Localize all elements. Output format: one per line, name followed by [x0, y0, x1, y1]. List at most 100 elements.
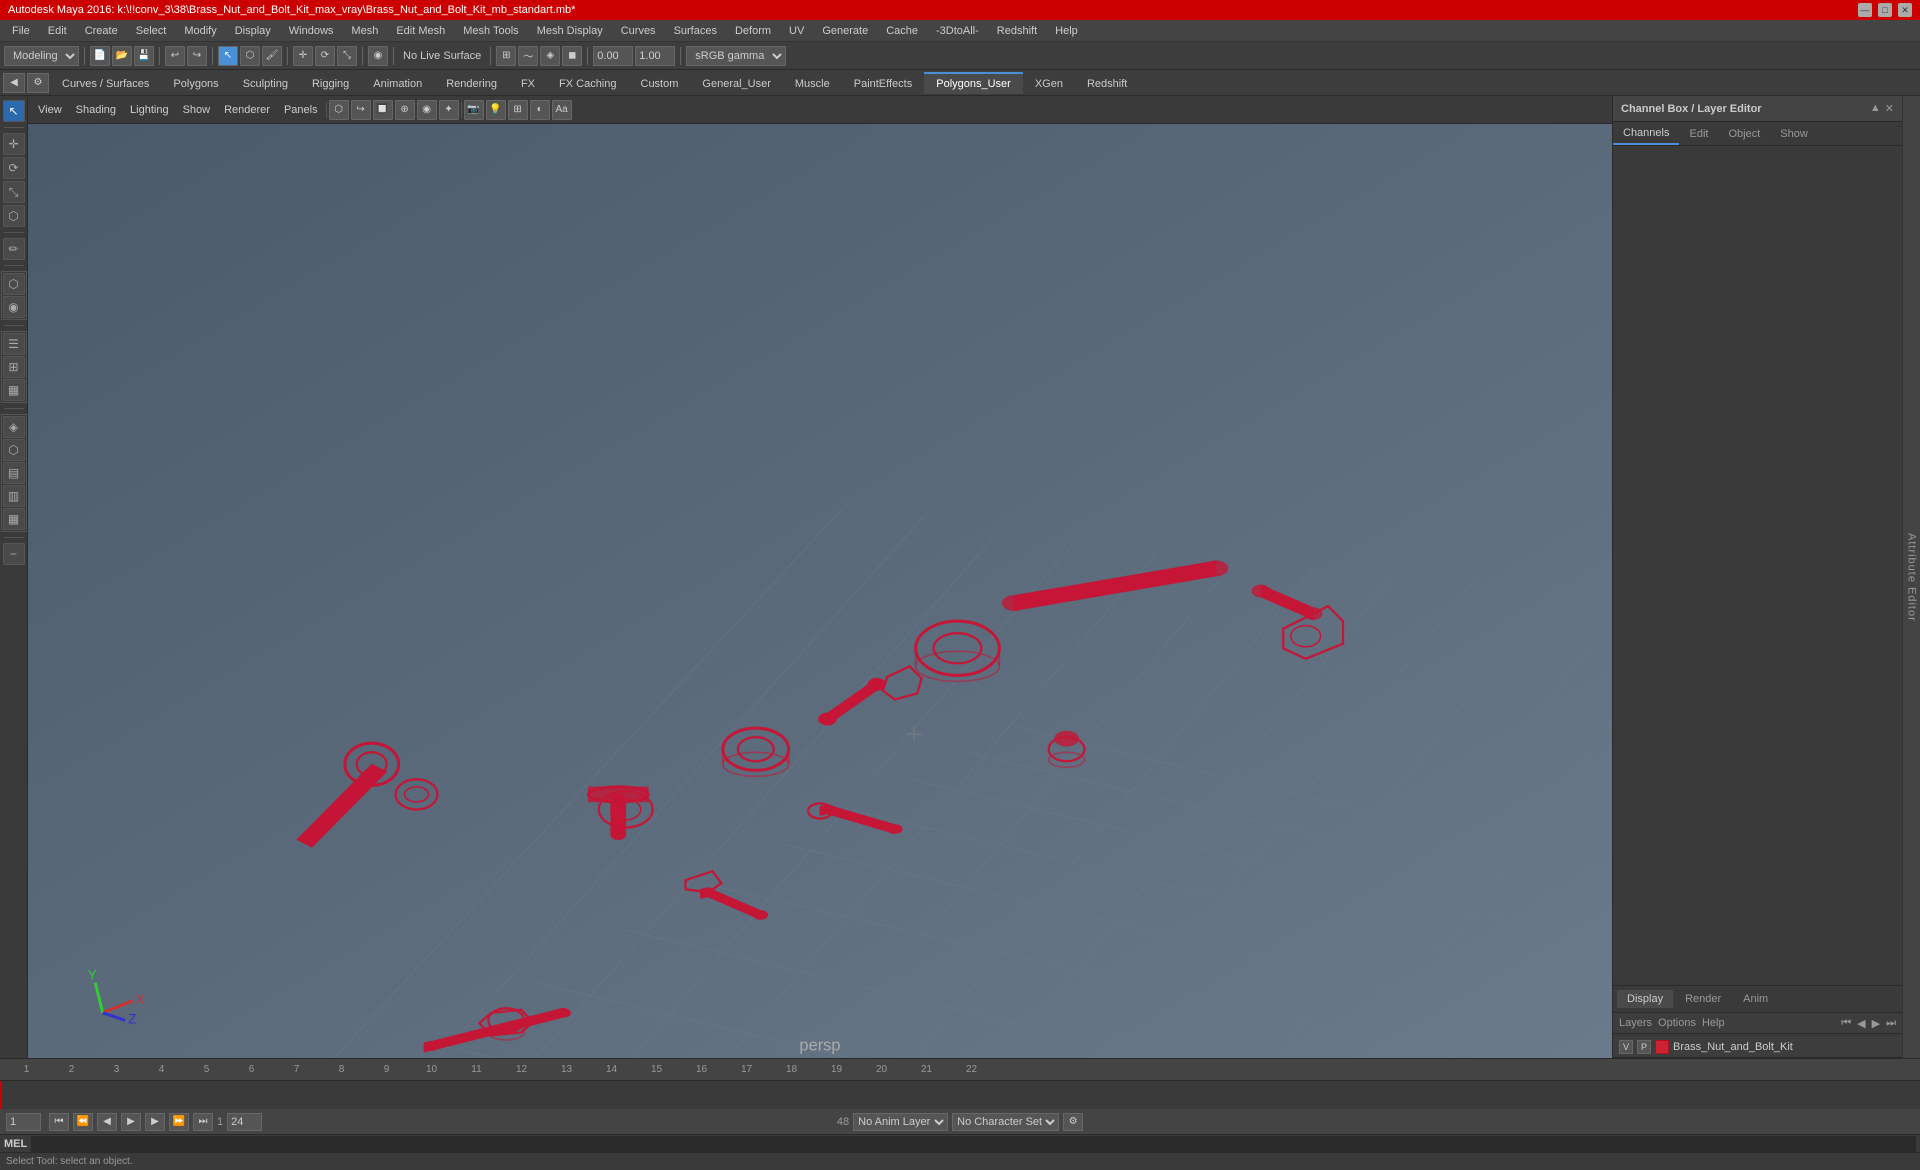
- render-btn4[interactable]: ▥: [3, 485, 25, 507]
- vp-cam-icon[interactable]: 📷: [464, 100, 484, 120]
- pb-prev-key[interactable]: ⏪: [73, 1113, 93, 1131]
- color-select[interactable]: sRGB gamma: [686, 46, 786, 66]
- workspace-tab-rendering[interactable]: Rendering: [434, 72, 509, 94]
- pb-next-key[interactable]: ⏩: [169, 1113, 189, 1131]
- workspace-tab-custom[interactable]: Custom: [629, 72, 691, 94]
- paint-tool-btn[interactable]: ✏: [3, 238, 25, 260]
- vp-icon2[interactable]: ↪: [351, 100, 371, 120]
- attribute-editor-tab[interactable]: Attribute Editor: [1902, 96, 1920, 1058]
- snap-curve[interactable]: 〜: [518, 46, 538, 66]
- nav-next[interactable]: ▶: [1872, 1017, 1880, 1030]
- character-set-select[interactable]: No Character Set: [952, 1113, 1059, 1131]
- field-input[interactable]: [593, 46, 633, 66]
- scale-tool-btn[interactable]: ⤡: [3, 181, 25, 203]
- menu-item--3dtoall-[interactable]: -3DtoAll-: [928, 23, 987, 39]
- help-option[interactable]: Help: [1702, 1017, 1725, 1029]
- workspace-tab-polygons[interactable]: Polygons: [161, 72, 230, 94]
- minimize-button[interactable]: —: [1858, 3, 1872, 17]
- workspace-tab-fx[interactable]: FX: [509, 72, 547, 94]
- menu-item-edit[interactable]: Edit: [40, 23, 75, 39]
- select-tool[interactable]: ↖: [218, 46, 238, 66]
- range-end-input[interactable]: [227, 1113, 262, 1131]
- menu-item-help[interactable]: Help: [1047, 23, 1086, 39]
- renderer-menu[interactable]: Renderer: [218, 102, 276, 118]
- new-scene-btn[interactable]: 📄: [90, 46, 110, 66]
- rp-expand-btn[interactable]: ▲: [1870, 102, 1881, 115]
- display-btn2[interactable]: ⊞: [3, 356, 25, 378]
- vp-aa-icon[interactable]: Aa: [552, 100, 572, 120]
- save-btn[interactable]: 💾: [134, 46, 154, 66]
- snap-btn1[interactable]: ⬡: [3, 273, 25, 295]
- pb-play[interactable]: ▶: [121, 1113, 141, 1131]
- vp-icon4[interactable]: ⊕: [395, 100, 415, 120]
- vp-shadow-icon[interactable]: ◐: [530, 100, 550, 120]
- menu-item-edit-mesh[interactable]: Edit Mesh: [388, 23, 453, 39]
- current-frame-input[interactable]: [6, 1113, 41, 1131]
- vp-icon5[interactable]: ◉: [417, 100, 437, 120]
- view-menu[interactable]: View: [32, 102, 68, 118]
- undo-btn[interactable]: ↩: [165, 46, 185, 66]
- layers-option[interactable]: Layers: [1619, 1017, 1652, 1029]
- scale-tool[interactable]: ⤡: [337, 46, 357, 66]
- close-button[interactable]: ✕: [1898, 3, 1912, 17]
- snap-point[interactable]: ◈: [540, 46, 560, 66]
- render-btn5[interactable]: ▦: [3, 508, 25, 530]
- workspace-tab-general-user[interactable]: General_User: [690, 72, 782, 94]
- menu-item-select[interactable]: Select: [128, 23, 175, 39]
- show-tab[interactable]: Show: [1770, 124, 1818, 144]
- snap-surface[interactable]: ◼: [562, 46, 582, 66]
- pb-next[interactable]: ▶: [145, 1113, 165, 1131]
- last-tool-btn[interactable]: ⬡: [3, 205, 25, 227]
- viewport[interactable]: View Shading Lighting Show Renderer Pane…: [28, 96, 1612, 1058]
- workspace-tab-curves-/-surfaces[interactable]: Curves / Surfaces: [50, 72, 161, 94]
- rotate-tool[interactable]: ⟳: [315, 46, 335, 66]
- display-btn1[interactable]: ☰: [3, 333, 25, 355]
- object-tab[interactable]: Object: [1718, 124, 1770, 144]
- panels-menu[interactable]: Panels: [278, 102, 324, 118]
- menu-item-curves[interactable]: Curves: [613, 23, 664, 39]
- layer-playback-btn[interactable]: P: [1637, 1040, 1651, 1054]
- workspace-tab-polygons-user[interactable]: Polygons_User: [924, 72, 1023, 94]
- redo-btn[interactable]: ↪: [187, 46, 207, 66]
- workspace-tab-xgen[interactable]: XGen: [1023, 72, 1075, 94]
- menu-item-file[interactable]: File: [4, 23, 38, 39]
- menu-item-cache[interactable]: Cache: [878, 23, 926, 39]
- workspace-tab-fx-caching[interactable]: FX Caching: [547, 72, 628, 94]
- display-tab[interactable]: Display: [1617, 990, 1673, 1008]
- tb2-settings-btn[interactable]: ⚙: [27, 73, 49, 93]
- vp-icon1[interactable]: ⬡: [329, 100, 349, 120]
- tb2-left-btn[interactable]: ◀: [3, 73, 25, 93]
- vp-icon3[interactable]: 🔲: [373, 100, 393, 120]
- timeline-content[interactable]: [0, 1081, 1920, 1109]
- menu-item-mesh-tools[interactable]: Mesh Tools: [455, 23, 526, 39]
- nav-last[interactable]: ⏭: [1886, 1017, 1896, 1030]
- workspace-tab-redshift[interactable]: Redshift: [1075, 72, 1139, 94]
- vp-light-icon[interactable]: 💡: [486, 100, 506, 120]
- playhead[interactable]: [0, 1081, 2, 1109]
- shading-menu[interactable]: Shading: [70, 102, 122, 118]
- render-tab[interactable]: Render: [1675, 990, 1731, 1008]
- workspace-tab-animation[interactable]: Animation: [361, 72, 434, 94]
- channels-tab[interactable]: Channels: [1613, 123, 1679, 145]
- workspace-tab-sculpting[interactable]: Sculpting: [231, 72, 300, 94]
- lighting-menu[interactable]: Lighting: [124, 102, 175, 118]
- anim-tab[interactable]: Anim: [1733, 990, 1778, 1008]
- render-btn2[interactable]: ⬡: [3, 439, 25, 461]
- menu-item-mesh[interactable]: Mesh: [343, 23, 386, 39]
- field-input2[interactable]: [635, 46, 675, 66]
- select-tool-btn[interactable]: ↖: [3, 100, 25, 122]
- char-set-btn[interactable]: ⚙: [1063, 1113, 1083, 1131]
- pb-prev[interactable]: ◀: [97, 1113, 117, 1131]
- vp-grid-icon[interactable]: ⊞: [508, 100, 528, 120]
- render-btn1[interactable]: ◈: [3, 416, 25, 438]
- menu-item-generate[interactable]: Generate: [814, 23, 876, 39]
- layer-visibility-btn[interactable]: V: [1619, 1040, 1633, 1054]
- move-tool[interactable]: ✛: [293, 46, 313, 66]
- menu-item-surfaces[interactable]: Surfaces: [666, 23, 725, 39]
- anim-layer-select[interactable]: No Anim Layer: [853, 1113, 948, 1131]
- vp-icon6[interactable]: ✦: [439, 100, 459, 120]
- snap-btn2[interactable]: ◉: [3, 296, 25, 318]
- menu-item-modify[interactable]: Modify: [176, 23, 224, 39]
- menu-item-uv[interactable]: UV: [781, 23, 812, 39]
- lasso-tool[interactable]: ⬡: [240, 46, 260, 66]
